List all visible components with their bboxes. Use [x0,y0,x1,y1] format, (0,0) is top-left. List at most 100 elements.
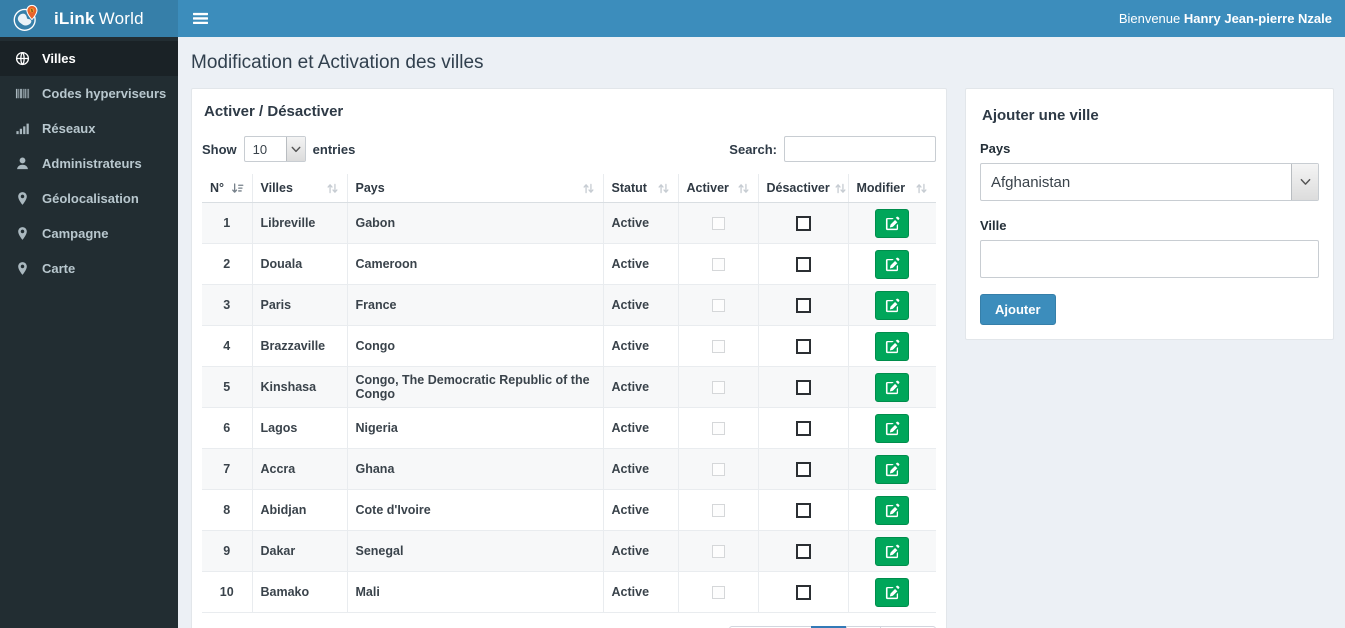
column-header-activer[interactable]: Activer [677,174,758,203]
pays-label: Pays [980,141,1011,156]
edit-icon [885,298,900,313]
edit-icon [885,380,900,395]
sort-ascending-icon [231,182,244,195]
cell-statut: Active [602,243,678,285]
page-length-select[interactable]: 10 [243,136,306,162]
cell-activer [677,366,758,408]
edit-button[interactable] [875,290,910,320]
cell-desactiver [757,530,848,572]
cell-statut: Active [602,202,678,244]
activer-checkbox [711,340,725,354]
cell-desactiver [757,571,848,613]
cell-desactiver [757,407,848,449]
desactiver-checkbox[interactable] [795,338,811,354]
desactiver-checkbox[interactable] [795,215,811,231]
cell-activer [677,202,758,244]
column-header-modifier[interactable]: Modifier [847,174,936,203]
ajouter-button[interactable]: Ajouter [980,294,1056,325]
column-header-villes[interactable]: Villes [251,174,347,203]
edit-button[interactable] [875,454,910,484]
cell-activer [677,530,758,572]
sidebar-toggle-icon[interactable] [178,0,223,37]
column-header-pays[interactable]: Pays [346,174,603,203]
cell-ville: Accra [251,448,347,490]
column-header-n[interactable]: N° [202,174,252,203]
cell-modifier [847,243,936,285]
ville-input[interactable] [980,240,1319,278]
datatable-toolbar: Show 10 entries Search: [202,136,936,162]
desactiver-checkbox[interactable] [795,543,811,559]
cell-ville: Douala [251,243,347,285]
desactiver-checkbox[interactable] [795,256,811,272]
cell-modifier [847,489,936,531]
search-label: Search: [729,141,777,157]
pays-select[interactable]: Afghanistan [980,163,1319,201]
column-header-desactiver[interactable]: Désactiver [757,174,848,203]
column-label: Pays [355,181,385,195]
cell-modifier [847,202,936,244]
activer-checkbox [711,504,725,518]
edit-icon [885,339,900,354]
desactiver-checkbox[interactable] [795,420,811,436]
globe-icon [15,51,32,66]
table-header-row: N° Villes Pays Statut Activer Désactiver Modif… [202,174,936,203]
cell-pays: Ghana [346,448,603,490]
cell-pays: Cote d'Ivoire [346,489,603,531]
cell-num: 7 [202,448,252,490]
cell-ville: Paris [251,284,347,326]
column-label: Statut [611,181,647,195]
activer-checkbox [711,299,725,313]
desactiver-checkbox[interactable] [795,379,811,395]
brand-bold: iLink [54,8,95,28]
edit-button[interactable] [875,249,910,279]
sidebar-item-geolocalisation[interactable]: Géolocalisation [0,181,178,216]
desactiver-checkbox[interactable] [795,297,811,313]
cell-desactiver [757,325,848,367]
sidebar-item-reseaux[interactable]: Réseaux [0,111,178,146]
sidebar-item-carte[interactable]: Carte [0,251,178,286]
sidebar-item-label: Réseaux [42,121,96,136]
activer-checkbox [711,217,725,231]
barcode-icon [15,86,32,101]
cell-modifier [847,571,936,613]
cell-activer [677,407,758,449]
brand-regular: World [98,8,144,28]
edit-icon [885,462,900,477]
cell-ville: Abidjan [251,489,347,531]
edit-button[interactable] [875,413,910,443]
search-input[interactable] [784,136,936,162]
navbar: Bienvenue Hanry Jean-pierre Nzale [178,0,1345,37]
sidebar-item-villes[interactable]: Villes [0,41,178,76]
edit-button[interactable] [875,495,910,525]
sidebar-item-codes-hyperviseurs[interactable]: Codes hyperviseurs [0,76,178,111]
cities-panel: Activer / Désactiver Show 10 entries Sea… [191,88,947,628]
desactiver-checkbox[interactable] [795,584,811,600]
cell-statut: Active [602,530,678,572]
sidebar-item-administrateurs[interactable]: Administrateurs [0,146,178,181]
table-row-paris: 3 Paris France Active [202,284,936,326]
column-header-statut[interactable]: Statut [602,174,678,203]
cell-activer [677,448,758,490]
edit-icon [885,216,900,231]
edit-button[interactable] [875,577,910,607]
desactiver-checkbox[interactable] [795,461,811,477]
cell-activer [677,243,758,285]
desactiver-checkbox[interactable] [795,502,811,518]
brand[interactable]: iLink World [0,0,178,37]
cell-statut: Active [602,366,678,408]
sidebar-item-label: Codes hyperviseurs [42,86,167,101]
activer-checkbox [711,381,725,395]
edit-button[interactable] [875,331,910,361]
cell-modifier [847,530,936,572]
add-city-panel: Ajouter une ville Pays Afghanistan Ville… [965,88,1334,340]
sidebar-item-campagne[interactable]: Campagne [0,216,178,251]
length-control: Show 10 entries [202,136,355,162]
edit-button[interactable] [875,372,910,402]
cell-desactiver [757,366,848,408]
sort-icon [915,182,928,195]
edit-icon [885,257,900,272]
activer-checkbox [711,545,725,559]
cell-num: 1 [202,202,252,244]
edit-button[interactable] [875,536,910,566]
edit-button[interactable] [875,208,910,238]
